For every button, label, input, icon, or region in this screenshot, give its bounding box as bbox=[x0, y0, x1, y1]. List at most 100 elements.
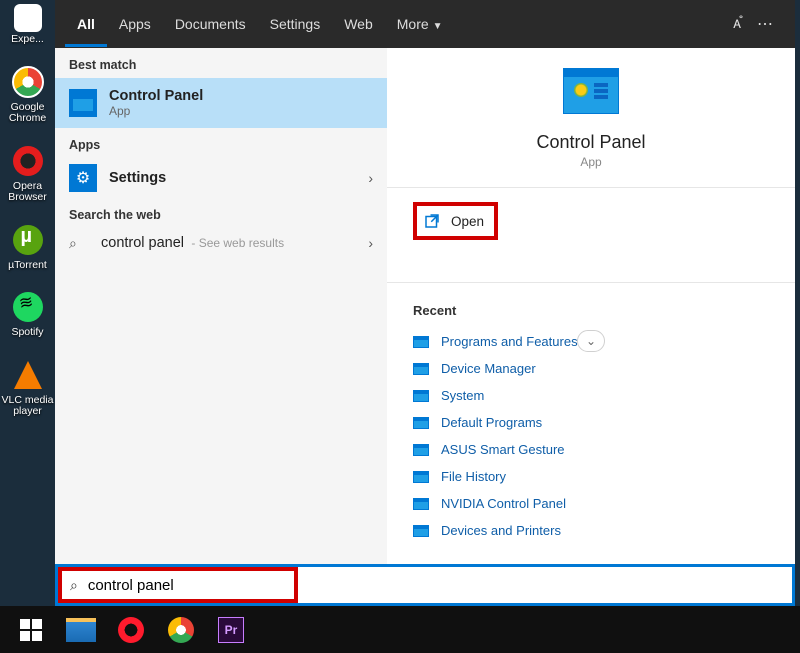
search-top-actions: ᴀ̊ ⋯ bbox=[733, 14, 795, 34]
recent-item-label: System bbox=[441, 388, 484, 403]
result-web-search[interactable]: ⌕ control panel - See web results › bbox=[55, 228, 387, 258]
desktop-icons: Expe... Google Chrome Opera Browser µTor… bbox=[0, 0, 55, 418]
chevron-right-icon: › bbox=[368, 170, 373, 186]
open-label: Open bbox=[451, 214, 484, 229]
recent-item-label: Devices and Printers bbox=[441, 523, 561, 538]
cpl-icon bbox=[413, 498, 429, 510]
preview-actions: Open bbox=[387, 188, 795, 254]
desktop-icon-label: µTorrent bbox=[8, 260, 47, 272]
chevron-right-icon: › bbox=[368, 235, 373, 251]
desktop-icon-opera[interactable]: Opera Browser bbox=[2, 143, 54, 204]
opera-icon bbox=[118, 617, 144, 643]
recent-label: Recent bbox=[413, 303, 769, 318]
preview-header: Control Panel App bbox=[387, 68, 795, 187]
cpl-icon bbox=[413, 363, 429, 375]
tab-documents[interactable]: Documents bbox=[163, 2, 258, 47]
recent-item[interactable]: Devices and Printers bbox=[413, 517, 769, 544]
open-icon bbox=[423, 212, 441, 230]
desktop-icon-label: Google Chrome bbox=[2, 102, 54, 125]
chrome-icon bbox=[168, 617, 194, 643]
result-subtitle: App bbox=[109, 104, 203, 118]
recent-item[interactable]: Default Programs bbox=[413, 409, 769, 436]
web-hint: - See web results bbox=[188, 236, 284, 250]
chrome-icon bbox=[12, 66, 44, 98]
settings-icon: ⚙ bbox=[69, 164, 97, 192]
start-button[interactable] bbox=[8, 610, 54, 650]
desktop-icon-label: Opera Browser bbox=[2, 181, 54, 204]
desktop-icon-spotify[interactable]: Spotify bbox=[2, 289, 54, 339]
more-options-icon[interactable]: ⋯ bbox=[757, 14, 773, 34]
control-panel-icon bbox=[563, 68, 619, 114]
search-icon: ⌕ bbox=[69, 235, 89, 252]
cpl-icon bbox=[413, 417, 429, 429]
recent-item-label: File History bbox=[441, 469, 506, 484]
recent-item[interactable]: System bbox=[413, 382, 769, 409]
desktop-icon-chrome[interactable]: Google Chrome bbox=[2, 64, 54, 125]
desktop-icon-label: VLC media player bbox=[2, 395, 54, 418]
tab-all[interactable]: All bbox=[65, 2, 107, 47]
control-panel-icon bbox=[69, 89, 97, 117]
chevron-down-icon: ▼ bbox=[433, 21, 443, 32]
recent-item[interactable]: Device Manager bbox=[413, 355, 769, 382]
section-best-match: Best match bbox=[55, 48, 387, 78]
result-best-match[interactable]: Control Panel App bbox=[55, 78, 387, 128]
desktop-icon-label: Expe... bbox=[11, 34, 44, 46]
search-input[interactable] bbox=[88, 577, 294, 594]
desktop: Expe... Google Chrome Opera Browser µTor… bbox=[0, 0, 800, 653]
desktop-icon-shortcut[interactable]: Expe... bbox=[2, 4, 54, 46]
cpl-icon bbox=[413, 390, 429, 402]
search-input-wrap: ⌕ bbox=[58, 567, 298, 603]
taskbar-chrome[interactable] bbox=[158, 610, 204, 650]
feedback-icon[interactable]: ᴀ̊ bbox=[733, 15, 741, 33]
taskbar-opera[interactable] bbox=[108, 610, 154, 650]
web-query: control panel bbox=[101, 235, 184, 251]
opera-icon bbox=[13, 146, 43, 176]
open-button[interactable]: Open bbox=[413, 202, 498, 240]
section-web: Search the web bbox=[55, 198, 387, 228]
preview-recent: Recent Programs and Features Device Mana… bbox=[387, 283, 795, 552]
tab-settings[interactable]: Settings bbox=[258, 2, 333, 47]
recent-item-label: Programs and Features bbox=[441, 334, 578, 349]
desktop-icon-utorrent[interactable]: µTorrent bbox=[2, 222, 54, 272]
cpl-icon bbox=[413, 471, 429, 483]
taskbar: Pr bbox=[0, 606, 800, 653]
taskbar-premiere[interactable]: Pr bbox=[208, 610, 254, 650]
windows-icon bbox=[20, 619, 42, 641]
preview-subtitle: App bbox=[580, 155, 601, 169]
search-results-list: Best match Control Panel App Apps ⚙ Sett… bbox=[55, 48, 387, 605]
tab-more-label: More bbox=[397, 16, 429, 32]
search-panel: All Apps Documents Settings Web More ▼ ᴀ̊… bbox=[55, 0, 795, 605]
taskbar-file-explorer[interactable] bbox=[58, 610, 104, 650]
expand-toggle[interactable]: ⌄ bbox=[577, 330, 605, 352]
search-preview-pane: Control Panel App Open ⌄ Recent Programs… bbox=[387, 48, 795, 605]
recent-item-label: Default Programs bbox=[441, 415, 542, 430]
tab-apps[interactable]: Apps bbox=[107, 2, 163, 47]
result-title: Settings bbox=[109, 170, 166, 186]
recent-item[interactable]: ASUS Smart Gesture bbox=[413, 436, 769, 463]
result-title: Control Panel bbox=[109, 88, 203, 104]
recent-item[interactable]: File History bbox=[413, 463, 769, 490]
recent-item-label: NVIDIA Control Panel bbox=[441, 496, 566, 511]
spotify-icon bbox=[13, 292, 43, 322]
recent-item-label: Device Manager bbox=[441, 361, 536, 376]
search-body: Best match Control Panel App Apps ⚙ Sett… bbox=[55, 48, 795, 605]
search-tabs: All Apps Documents Settings Web More ▼ ᴀ̊… bbox=[55, 0, 795, 48]
desktop-icon-label: Spotify bbox=[11, 327, 43, 339]
search-icon: ⌕ bbox=[70, 577, 78, 594]
cpl-icon bbox=[413, 525, 429, 537]
result-settings[interactable]: ⚙ Settings › bbox=[55, 158, 387, 198]
premiere-icon: Pr bbox=[218, 617, 244, 643]
file-explorer-icon bbox=[66, 618, 96, 642]
search-bar[interactable]: ⌕ bbox=[55, 564, 795, 606]
desktop-icon-vlc[interactable]: VLC media player bbox=[2, 357, 54, 418]
recent-item[interactable]: NVIDIA Control Panel bbox=[413, 490, 769, 517]
tab-web[interactable]: Web bbox=[332, 2, 385, 47]
cpl-icon bbox=[413, 444, 429, 456]
result-text: Control Panel App bbox=[109, 88, 203, 118]
cpl-icon bbox=[413, 336, 429, 348]
tab-more[interactable]: More ▼ bbox=[385, 2, 455, 47]
section-apps: Apps bbox=[55, 128, 387, 158]
preview-title: Control Panel bbox=[536, 132, 645, 153]
utorrent-icon bbox=[13, 225, 43, 255]
recent-item-label: ASUS Smart Gesture bbox=[441, 442, 565, 457]
